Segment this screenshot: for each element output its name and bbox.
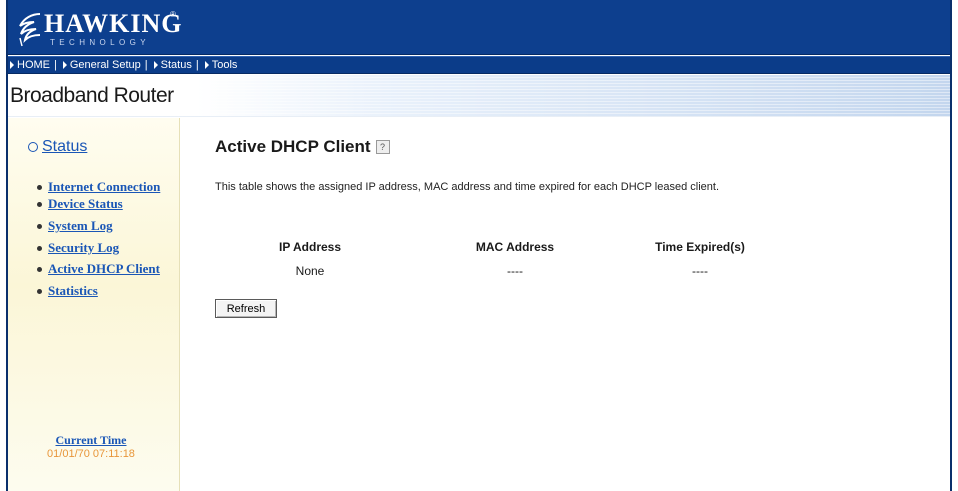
sidebar-item-device-status[interactable]: Device Status [37, 196, 168, 212]
header-mac-address: MAC Address [475, 240, 555, 254]
page-title: Broadband Router [10, 84, 174, 107]
hawking-logo[interactable]: HAWKING ® TECHNOLOGY [14, 8, 181, 48]
brand-subtitle: TECHNOLOGY [50, 38, 151, 47]
nav-separator: | [144, 59, 148, 71]
header: HAWKING ® TECHNOLOGY [8, 0, 950, 55]
nav-tools-label: Tools [211, 59, 238, 71]
cell-ip-address: None [295, 264, 325, 278]
nav-general-setup[interactable]: General Setup [61, 59, 141, 71]
dhcp-client-table: IP Address MAC Address Time Expired(s) N… [225, 235, 795, 283]
brand-name: HAWKING [44, 9, 183, 38]
header-time-expired: Time Expired(s) [655, 240, 745, 254]
nav-home[interactable]: HOME [8, 59, 50, 71]
table-header-row: IP Address MAC Address Time Expired(s) [225, 235, 795, 259]
nav-arrow-icon [204, 61, 209, 69]
nav-arrow-icon [153, 61, 158, 69]
circle-bullet-icon [28, 142, 38, 152]
nav-arrow-icon [10, 61, 14, 69]
sidebar: Status Internet Connection Device Status… [8, 118, 180, 491]
top-nav: HOME | General Setup | Status | Tools [8, 56, 950, 74]
brand-registered-mark: ® [170, 10, 176, 19]
frame-right-border [950, 0, 952, 491]
nav-status[interactable]: Status [152, 59, 192, 71]
sidebar-item-system-log[interactable]: System Log [37, 218, 168, 234]
sidebar-item-statistics[interactable]: Statistics [37, 283, 168, 299]
sidebar-item-security-log[interactable]: Security Log [37, 240, 168, 256]
cell-time-expired: ---- [692, 264, 708, 278]
sidebar-item-active-dhcp-client[interactable]: Active DHCP Client [37, 261, 168, 277]
sidebar-section-status[interactable]: Status [28, 138, 87, 156]
content-description: This table shows the assigned IP address… [215, 181, 720, 193]
nav-separator: | [195, 59, 199, 71]
current-time-value: 01/01/70 07:11:18 [47, 448, 135, 460]
nav-tools[interactable]: Tools [203, 59, 238, 71]
cell-mac-address: ---- [507, 264, 523, 278]
help-icon[interactable]: ? [375, 140, 390, 154]
title-band: Broadband Router [8, 75, 950, 117]
sidebar-item-internet-connection[interactable]: Internet Connection [37, 179, 168, 195]
current-time-label: Current Time [55, 433, 127, 447]
sidebar-menu: Internet Connection Device Status System… [37, 179, 168, 299]
nav-general-setup-label: General Setup [69, 59, 141, 71]
refresh-button[interactable]: Refresh [215, 299, 277, 318]
content-title-text: Active DHCP Client [215, 137, 371, 156]
nav-home-label: HOME [17, 59, 50, 71]
nav-status-label: Status [160, 59, 192, 71]
header-ip-address: IP Address [278, 240, 342, 254]
content-title: Active DHCP Client ? [215, 137, 390, 157]
hawk-emblem-icon [19, 13, 41, 47]
nav-separator: | [54, 59, 57, 71]
nav-arrow-icon [62, 61, 67, 69]
table-row: None ---- ---- [225, 259, 795, 283]
sidebar-section-label: Status [42, 138, 88, 155]
